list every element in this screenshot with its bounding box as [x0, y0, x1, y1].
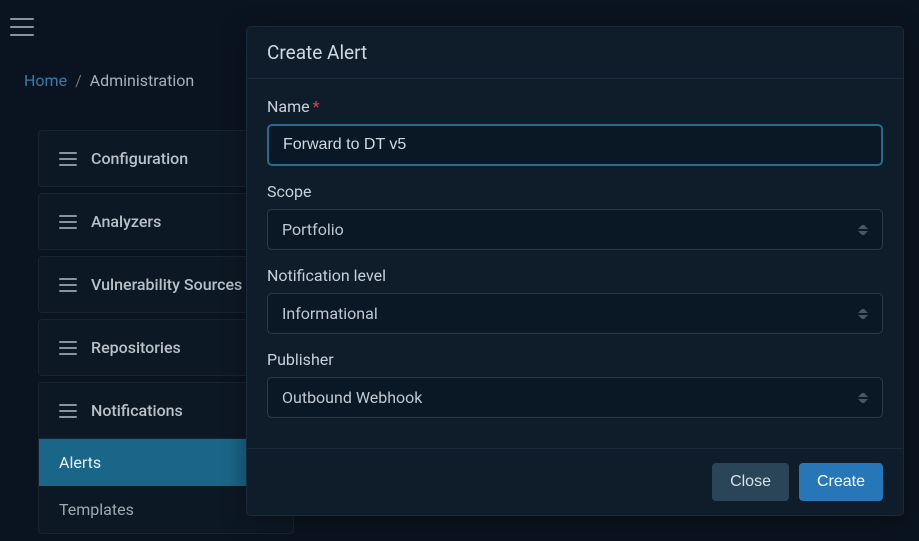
breadcrumb-current: Administration [90, 71, 195, 90]
scope-select[interactable]: Portfolio [267, 209, 883, 250]
modal-body: Name* Scope Portfolio Notification level… [247, 79, 903, 448]
sidebar-label: Repositories [91, 338, 181, 357]
select-caret-icon [858, 392, 868, 404]
form-group-publisher: Publisher Outbound Webhook [267, 350, 883, 418]
breadcrumb-separator: / [75, 71, 82, 90]
breadcrumb-home[interactable]: Home [24, 71, 67, 90]
notification-level-label: Notification level [267, 266, 883, 285]
name-input[interactable] [267, 124, 883, 166]
publisher-select[interactable]: Outbound Webhook [267, 377, 883, 418]
close-button[interactable]: Close [712, 463, 789, 501]
name-label-text: Name [267, 97, 310, 116]
scope-label: Scope [267, 182, 883, 201]
list-icon [59, 152, 77, 166]
notification-level-value: Informational [282, 304, 378, 323]
scope-value: Portfolio [282, 220, 344, 239]
hamburger-icon[interactable] [10, 18, 34, 36]
modal-title: Create Alert [267, 41, 883, 64]
create-alert-modal: Create Alert Name* Scope Portfolio Notif… [246, 26, 904, 516]
create-button[interactable]: Create [799, 463, 883, 501]
name-label: Name* [267, 97, 883, 116]
sidebar-label: Notifications [91, 401, 183, 420]
required-asterisk: * [313, 97, 320, 116]
form-group-name: Name* [267, 97, 883, 166]
sidebar-label: Analyzers [91, 212, 161, 231]
list-icon [59, 404, 77, 418]
form-group-scope: Scope Portfolio [267, 182, 883, 250]
publisher-label: Publisher [267, 350, 883, 369]
list-icon [59, 215, 77, 229]
select-caret-icon [858, 224, 868, 236]
list-icon [59, 341, 77, 355]
sidebar-label: Vulnerability Sources [91, 275, 242, 294]
form-group-notification-level: Notification level Informational [267, 266, 883, 334]
modal-header: Create Alert [247, 27, 903, 79]
sidebar-label: Configuration [91, 149, 188, 168]
list-icon [59, 278, 77, 292]
notification-level-select[interactable]: Informational [267, 293, 883, 334]
select-caret-icon [858, 308, 868, 320]
publisher-value: Outbound Webhook [282, 388, 422, 407]
modal-footer: Close Create [247, 448, 903, 515]
